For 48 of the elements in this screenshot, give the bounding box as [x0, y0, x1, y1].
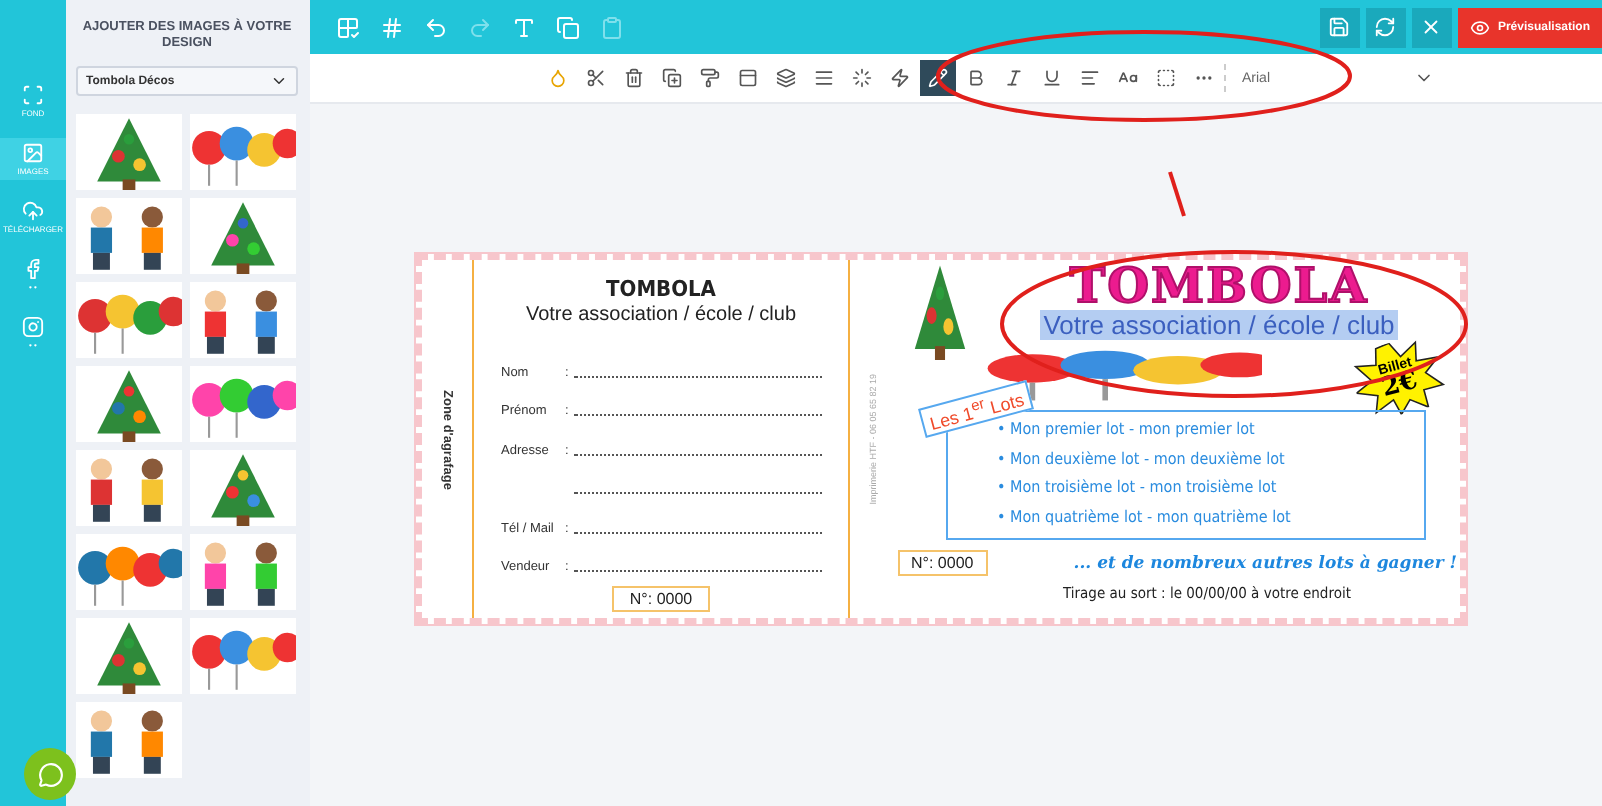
grid-icon — [380, 15, 404, 39]
prize-item: • Mon quatrième lot - mon quatrième lot — [997, 505, 1293, 530]
save-button[interactable] — [1319, 7, 1360, 47]
refresh-button[interactable] — [1365, 7, 1406, 47]
color-icon — [548, 68, 568, 88]
align-left-icon — [1080, 68, 1100, 88]
more-prizes-text: ... et de nombreux autres lots à gagner ! — [1073, 553, 1457, 573]
chat-icon — [37, 761, 63, 787]
scissors-icon — [586, 68, 606, 88]
facebook-icon — [22, 258, 44, 280]
prize-item: • Mon troisième lot - mon troisième lot — [997, 476, 1279, 500]
text-size-icon — [1118, 68, 1138, 88]
instagram-icon — [22, 316, 44, 338]
layers-icon — [776, 68, 796, 88]
images-icon — [22, 142, 44, 164]
duplicate-icon — [556, 15, 580, 39]
close-icon — [1420, 16, 1443, 38]
ticket-subtitle[interactable]: Votre association / école / club — [1039, 310, 1399, 340]
redo-icon — [468, 15, 492, 39]
upload-icon — [22, 200, 44, 222]
fond-icon — [22, 84, 44, 106]
annotation-line — [1168, 171, 1186, 217]
trash-icon — [624, 68, 644, 88]
copy-icon — [662, 68, 682, 88]
pen-icon — [928, 68, 948, 88]
save-icon — [1328, 16, 1351, 38]
ticket-number: N°: 0000 — [897, 550, 988, 576]
text-icon — [512, 15, 536, 39]
stub-subtitle: Votre association / école / club — [525, 304, 797, 326]
prize-item: • Mon deuxième lot - mon deuxième lot — [997, 447, 1287, 471]
bold-icon — [966, 68, 986, 88]
underline-icon — [1042, 68, 1062, 88]
lightning-icon — [890, 68, 910, 88]
chevron-icon — [270, 72, 288, 90]
italic-icon — [1004, 68, 1024, 88]
refresh-icon — [1374, 16, 1397, 38]
frame-icon — [1156, 68, 1176, 88]
loader-icon — [852, 68, 872, 88]
undo-icon — [424, 15, 448, 39]
roller-icon — [700, 68, 720, 88]
lines-icon — [814, 68, 834, 88]
ticket-number: N°: 0000 — [611, 586, 711, 612]
eye-icon — [1469, 17, 1490, 37]
panel-icon — [738, 68, 758, 88]
ticket-title: TOMBOLA — [1069, 260, 1369, 310]
stub-title: TOMBOLA — [606, 276, 716, 302]
paste-icon — [600, 15, 624, 39]
frame-icon — [336, 15, 360, 39]
